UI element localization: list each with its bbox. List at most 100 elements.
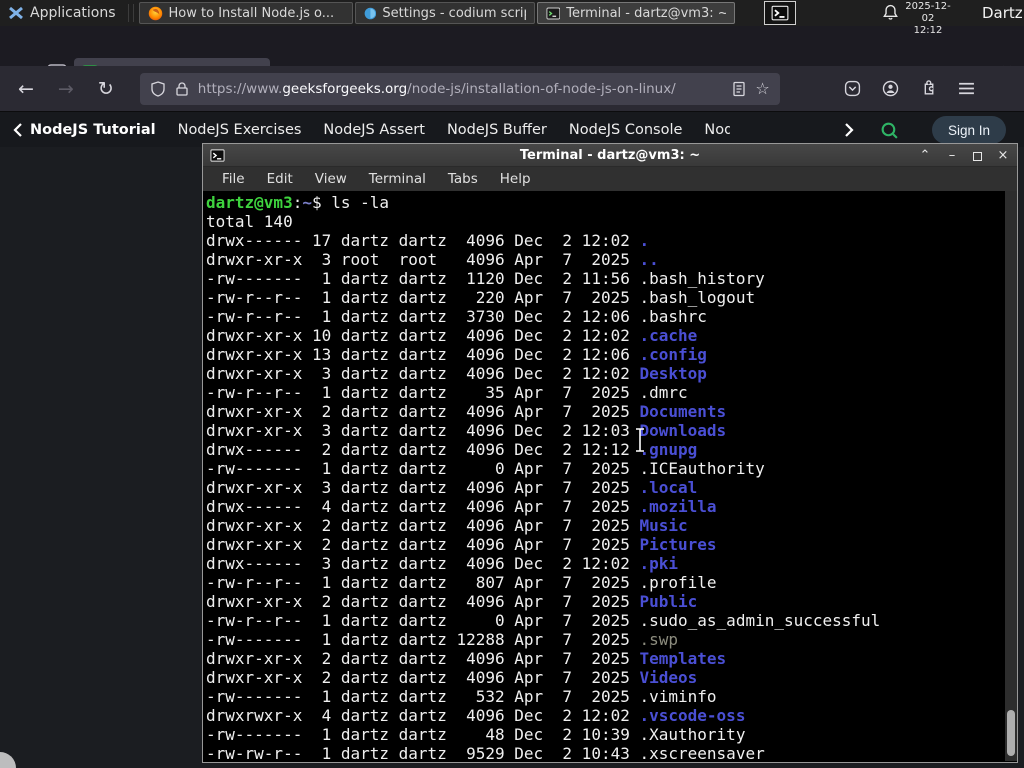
taskbar-item-label: Terminal - dartz@vm3: ~: [566, 5, 726, 21]
terminal-title: Terminal - dartz@vm3: ~: [519, 147, 701, 163]
nav-scroll-right-icon[interactable]: [843, 122, 855, 138]
site-nav-bar: NodeJS Tutorial NodeJS Exercises NodeJS …: [0, 112, 1024, 147]
menu-hamburger-icon[interactable]: [958, 81, 975, 96]
terminal-output[interactable]: dartz@vm3:~$ ls -la total 140 drwx------…: [203, 191, 1017, 761]
prompt-cwd: ~: [302, 193, 312, 212]
mouse-ibeam-cursor: [636, 428, 644, 452]
ls-row: -rw-r--r-- 1 dartz dartz 0 Apr 7 2025 .s…: [206, 611, 881, 630]
prompt-line: dartz@vm3:~$ ls -la: [206, 193, 1003, 212]
ls-row: drwxr-xr-x 3 root root 4096 Apr 7 2025 .…: [206, 250, 659, 269]
ls-row: -rw------- 1 dartz dartz 0 Apr 7 2025 .I…: [206, 459, 765, 478]
terminal-maximize-button[interactable]: [973, 151, 982, 161]
applications-icon: [9, 6, 23, 20]
ls-row: drwx------ 3 dartz dartz 4096 Dec 2 12:0…: [206, 554, 679, 573]
ls-row: -rw------- 1 dartz dartz 532 Apr 7 2025 …: [206, 687, 717, 706]
nav-item-buffer[interactable]: NodeJS Buffer: [447, 122, 547, 138]
ls-row: -rw------- 1 dartz dartz 48 Dec 2 10:39 …: [206, 725, 746, 744]
terminal-titlebar[interactable]: Terminal - dartz@vm3: ~ ⌃ – ×: [203, 144, 1017, 167]
notification-bell-icon[interactable]: [882, 4, 899, 25]
bookmark-star-icon[interactable]: ☆: [755, 80, 769, 97]
clock[interactable]: 2025-12-02 12:12: [902, 1, 954, 37]
nav-item-tutorial[interactable]: NodeJS Tutorial: [30, 122, 156, 138]
menu-help[interactable]: Help: [489, 171, 542, 187]
reload-button[interactable]: ↻: [86, 78, 126, 100]
nav-scroll-left-icon[interactable]: [12, 122, 24, 138]
menu-view[interactable]: View: [304, 171, 358, 187]
ls-row: drwxr-xr-x 2 dartz dartz 4096 Apr 7 2025…: [206, 402, 727, 421]
ls-row: drwx------ 17 dartz dartz 4096 Dec 2 12:…: [206, 231, 650, 250]
terminal-window-controls: ⌃ – ×: [919, 144, 1009, 167]
browser-toolbar: ← → ↻ https://www.geeksforgeeks.org/node…: [0, 66, 1024, 112]
ls-row: -rw-r--r-- 1 dartz dartz 220 Apr 7 2025 …: [206, 288, 756, 307]
search-icon[interactable]: [880, 121, 899, 140]
menu-tabs[interactable]: Tabs: [437, 171, 489, 187]
terminal-menubar: File Edit View Terminal Tabs Help: [203, 167, 1017, 191]
taskbar-item-firefox[interactable]: How to Install Node.js o...: [138, 2, 353, 24]
menu-terminal[interactable]: Terminal: [358, 171, 437, 187]
url-text: https://www.geeksforgeeks.org/node-js/in…: [198, 81, 724, 97]
ls-row: drwxr-xr-x 13 dartz dartz 4096 Dec 2 12:…: [206, 345, 707, 364]
ls-row: -rw-r--r-- 1 dartz dartz 3730 Dec 2 12:0…: [206, 307, 707, 326]
terminal-scrollbar-thumb[interactable]: [1007, 710, 1015, 756]
ls-row: drwxr-xr-x 2 dartz dartz 4096 Apr 7 2025…: [206, 649, 727, 668]
ls-row: -rw------- 1 dartz dartz 1120 Dec 2 11:5…: [206, 269, 765, 288]
prompt-user-host: dartz@vm3: [206, 193, 293, 212]
menu-edit[interactable]: Edit: [256, 171, 304, 187]
url-bar[interactable]: https://www.geeksforgeeks.org/node-js/in…: [139, 72, 780, 105]
terminal-shade-button[interactable]: ⌃: [919, 148, 931, 163]
lock-icon[interactable]: [175, 81, 189, 97]
reader-view-icon[interactable]: [732, 81, 746, 97]
menu-file[interactable]: File: [211, 171, 256, 187]
terminal-minimize-button[interactable]: –: [946, 148, 958, 163]
terminal-scrollbar[interactable]: [1005, 191, 1017, 761]
total-line: total 140: [206, 212, 293, 231]
ls-row: drwx------ 4 dartz dartz 4096 Apr 7 2025…: [206, 497, 717, 516]
tracking-shield-icon[interactable]: [150, 80, 166, 97]
user-label[interactable]: Dartz: [982, 4, 1023, 22]
ls-row: -rw-r--r-- 1 dartz dartz 807 Apr 7 2025 …: [206, 573, 717, 592]
nav-item-assert[interactable]: NodeJS Assert: [323, 122, 425, 138]
ls-row: drwx------ 2 dartz dartz 4096 Dec 2 12:1…: [206, 440, 698, 459]
toolbar-right-icons: [844, 80, 975, 97]
site-nav-items: NodeJS Tutorial NodeJS Exercises NodeJS …: [30, 122, 730, 138]
sign-in-button[interactable]: Sign In: [932, 116, 1006, 144]
terminal-icon: [771, 5, 789, 21]
taskbar-item-label: How to Install Node.js o...: [168, 5, 335, 21]
prompt-command: $ ls -la: [311, 193, 390, 212]
clock-date: 2025-12-02: [905, 1, 951, 24]
applications-label: Applications: [30, 5, 116, 21]
terminal-icon: [545, 7, 560, 19]
forward-button[interactable]: →: [46, 78, 86, 100]
ls-row: drwxr-xr-x 2 dartz dartz 4096 Apr 7 2025…: [206, 592, 698, 611]
desktop: Applications How to Install Node.js o...…: [0, 0, 1024, 768]
extensions-icon[interactable]: [920, 80, 937, 97]
taskbar-item-vscodium[interactable]: Settings - codium script...: [354, 2, 535, 24]
nav-item-crypto[interactable]: NodeJS Crypto: [704, 122, 730, 138]
url-scheme: https://www.: [197, 80, 283, 97]
nav-item-exercises[interactable]: NodeJS Exercises: [178, 122, 302, 138]
back-button[interactable]: ←: [6, 78, 46, 100]
ls-row: -rw------- 1 dartz dartz 12288 Apr 7 202…: [206, 630, 679, 649]
top-panel: Applications How to Install Node.js o...…: [0, 0, 1024, 36]
pocket-save-icon[interactable]: [844, 80, 861, 97]
ls-row: drwxrwxr-x 4 dartz dartz 4096 Dec 2 12:0…: [206, 706, 746, 725]
ls-row: drwxr-xr-x 3 dartz dartz 4096 Apr 7 2025…: [206, 478, 698, 497]
taskbar-item-terminal[interactable]: Terminal - dartz@vm3: ~: [536, 2, 735, 24]
ls-row: drwxr-xr-x 2 dartz dartz 4096 Apr 7 2025…: [206, 668, 698, 687]
nav-item-console[interactable]: NodeJS Console: [569, 122, 683, 138]
applications-menu-button[interactable]: Applications: [0, 0, 124, 26]
url-path: /node-js/installation-of-node-js-on-linu…: [407, 80, 676, 97]
terminal-window: Terminal - dartz@vm3: ~ ⌃ – × File Edit …: [202, 143, 1018, 763]
tray-terminal-launcher[interactable]: [764, 1, 796, 25]
ls-row: drwxr-xr-x 3 dartz dartz 4096 Dec 2 12:0…: [206, 364, 707, 383]
clock-time: 12:12: [913, 25, 943, 36]
url-domain: geeksforgeeks.org: [282, 80, 408, 97]
firefox-icon: [148, 6, 162, 20]
ls-row: drwxr-xr-x 10 dartz dartz 4096 Dec 2 12:…: [206, 326, 698, 345]
terminal-close-button[interactable]: ×: [997, 148, 1009, 163]
account-icon[interactable]: [882, 80, 899, 97]
prompt-separator: :: [292, 193, 303, 212]
panel-separator: [127, 4, 134, 22]
vscodium-icon: [364, 7, 376, 19]
browser-tab-strip: How to Install Node.js on × + – ×: [0, 26, 1024, 88]
